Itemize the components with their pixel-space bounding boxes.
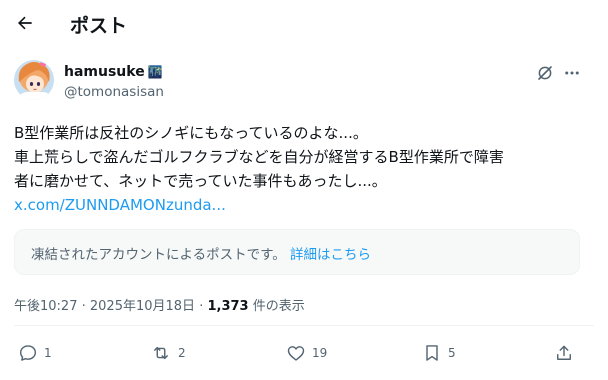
display-name: hamusuke <box>64 64 145 80</box>
like-button[interactable]: 19 <box>286 338 327 368</box>
views-label: 件の表示 <box>252 299 305 314</box>
bookmark-icon <box>426 345 438 361</box>
share-icon <box>557 345 571 360</box>
action-bar: 1 2 19 5 <box>0 338 608 368</box>
like-count: 19 <box>312 346 328 360</box>
repost-count: 2 <box>178 346 186 360</box>
page-title: ポスト <box>70 15 128 37</box>
tweet-date[interactable]: 2025年10月18日 <box>90 299 195 314</box>
repost-icon <box>154 346 168 360</box>
tweet-line: B型作業所は反社のシノギにもなっているのよな...。 <box>14 124 368 142</box>
tweet-time[interactable]: 午後10:27 <box>14 299 77 314</box>
tweet-line: 車上荒らしで盗んだゴルフクラブなどを自分が経営するB型作業所で障害 <box>14 148 504 166</box>
meta-separator: · <box>199 299 204 314</box>
bookmark-button[interactable]: 5 <box>422 338 456 368</box>
more-icon <box>565 71 579 75</box>
page-header: ポスト <box>0 0 608 46</box>
divider <box>14 325 594 326</box>
tweet-body: B型作業所は反社のシノギにもなっているのよな...。 車上荒らしで盗んだゴルフク… <box>14 121 594 217</box>
more-button[interactable] <box>560 62 584 84</box>
repost-button[interactable]: 2 <box>150 338 186 368</box>
author-name[interactable]: hamusuke 🌃 <box>64 64 163 80</box>
author-handle[interactable]: @tomonasisan <box>64 84 164 100</box>
heart-icon <box>287 346 305 361</box>
tweet-meta: 午後10:27 · 2025年10月18日 · 1,373 件の表示 <box>14 295 305 314</box>
grok-button[interactable] <box>534 62 556 84</box>
tweet-line: 者に磨かせて、ネットで売っていた事件もあったし...。 <box>14 172 387 190</box>
notice-learn-more-link[interactable]: 詳細はこちら <box>290 247 371 263</box>
views-count: 1,373 <box>207 299 249 314</box>
display-name-suffix: 🌃 <box>147 65 163 79</box>
avatar-anime-icon <box>14 60 54 100</box>
reply-icon <box>19 345 37 361</box>
grok-icon <box>538 66 552 80</box>
suspended-account-notice: 凍結されたアカウントによるポストです。 詳細はこちら <box>14 229 580 275</box>
reply-button[interactable]: 1 <box>18 338 52 368</box>
meta-separator: · <box>81 299 86 314</box>
reply-count: 1 <box>44 346 52 360</box>
back-button[interactable] <box>10 8 40 38</box>
bookmark-count: 5 <box>448 346 456 360</box>
arrow-left-icon <box>18 16 32 30</box>
tweet-link[interactable]: x.com/ZUNNDAMONzunda... <box>14 193 594 217</box>
share-button[interactable] <box>554 338 574 368</box>
author-row: hamusuke 🌃 @tomonasisan <box>14 60 594 104</box>
notice-text: 凍結されたアカウントによるポストです。 <box>31 247 286 263</box>
avatar[interactable] <box>14 60 54 100</box>
